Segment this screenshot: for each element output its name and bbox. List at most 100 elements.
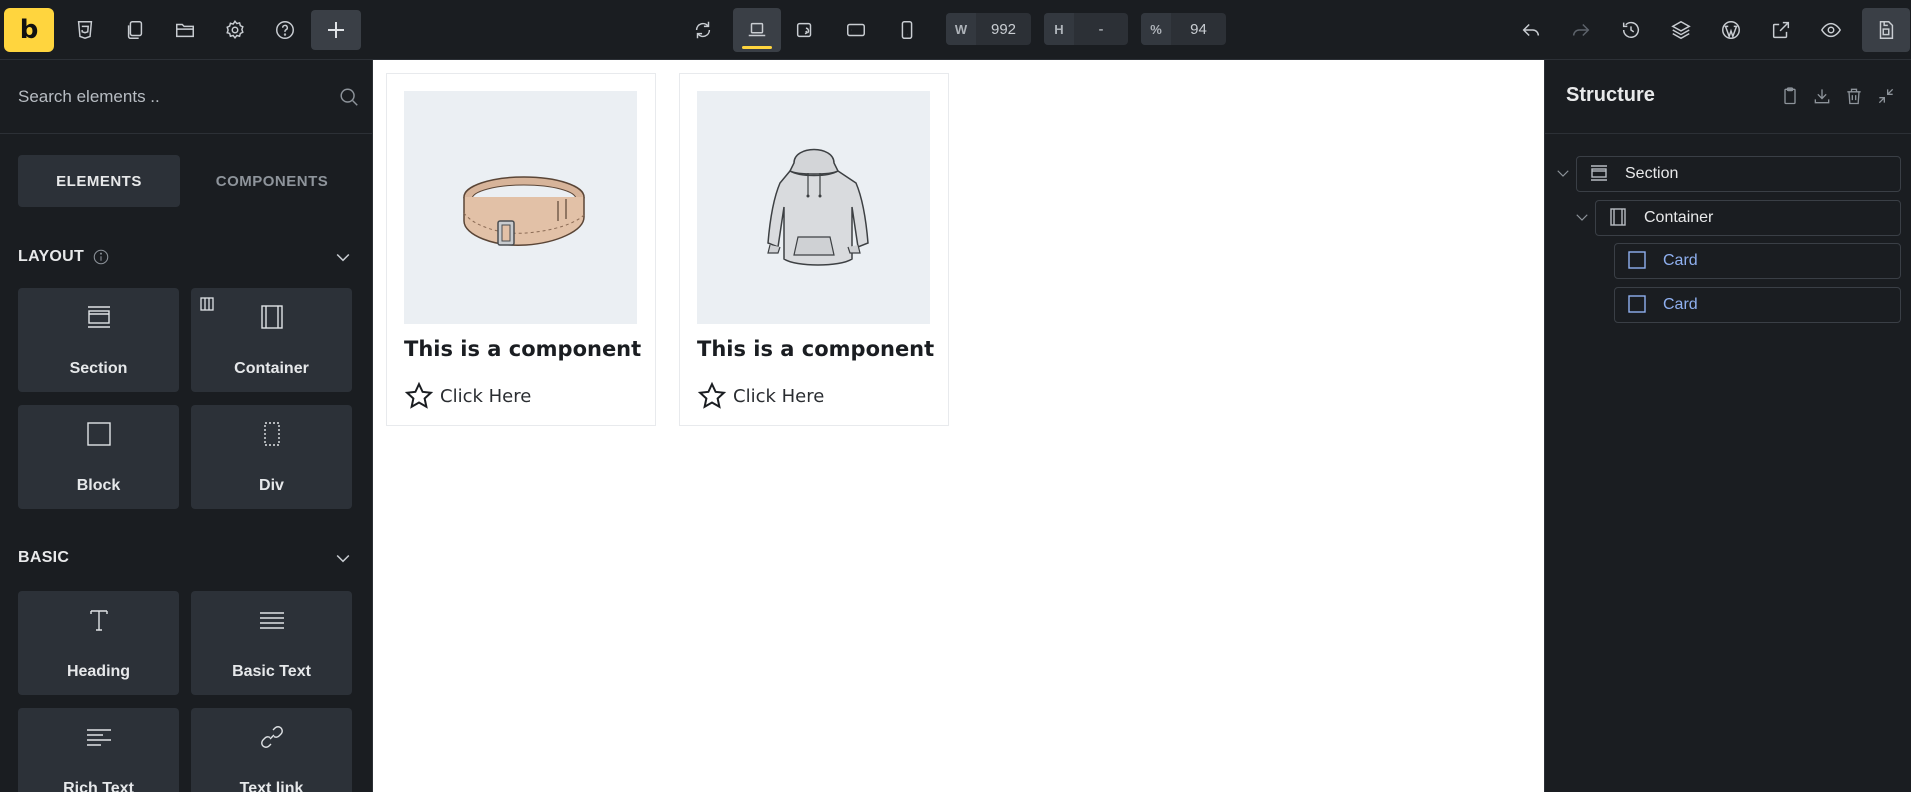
element-rich-text[interactable]: Rich Text [18,708,179,792]
container-icon [1608,207,1630,229]
wordpress-icon[interactable] [1711,10,1751,50]
block-icon [1627,294,1649,316]
builder-canvas[interactable]: This is a component Click Here This is a… [373,60,1544,792]
link-icon [191,722,352,752]
height-value[interactable]: - [1074,21,1128,38]
folder-icon[interactable] [165,10,205,50]
structure-title: Structure [1566,84,1655,106]
width-field[interactable]: W 992 [946,13,1031,45]
component-card[interactable]: This is a component Click Here [679,73,949,426]
structure-panel: Structure Section Container Card Card [1544,60,1911,792]
element-label: Heading [66,663,131,680]
rich-text-icon [18,722,179,752]
pages-icon[interactable] [115,10,155,50]
info-icon[interactable] [92,248,110,266]
element-section[interactable]: Section [18,288,179,392]
card-link-label[interactable]: Click Here [733,386,824,407]
element-heading[interactable]: Heading [18,591,179,695]
container-icon [191,302,352,332]
collapse-icon[interactable] [1870,86,1902,110]
structure-header: Structure [1545,60,1911,134]
search-input[interactable] [18,78,318,116]
group-layout-header[interactable]: LAYOUT [18,245,353,269]
card-link[interactable]: Click Here [697,381,824,411]
history-icon[interactable] [1611,10,1651,50]
search-icon[interactable] [338,86,360,108]
undo-icon[interactable] [1511,10,1551,50]
heading-icon [18,605,179,635]
search-bar [0,60,372,134]
element-block[interactable]: Block [18,405,179,509]
group-basic-title: BASIC [18,549,70,566]
chevron-down-icon[interactable] [1554,164,1572,182]
preview-eye-icon[interactable] [1811,10,1851,50]
bricks-logo[interactable]: b [4,8,54,52]
chevron-down-icon[interactable] [333,247,353,267]
panel-tabs: ELEMENTS COMPONENTS [18,155,353,207]
group-basic-header[interactable]: BASIC [18,546,353,570]
block-icon [18,419,179,449]
download-icon[interactable] [1806,86,1838,110]
element-label: Block [76,477,121,494]
element-div[interactable]: Div [191,405,352,509]
css3-icon[interactable] [65,10,105,50]
element-text-link[interactable]: Text link [191,708,352,792]
tab-elements[interactable]: ELEMENTS [18,155,180,207]
hoodie-illustration [766,148,869,266]
chevron-down-icon[interactable] [333,548,353,568]
node-label: Card [1663,252,1698,269]
element-label: Div [259,477,284,494]
element-label: Rich Text [63,780,134,792]
chevron-down-icon[interactable] [1573,208,1591,226]
redo-icon[interactable] [1561,10,1601,50]
height-field[interactable]: H - [1044,13,1128,45]
node-label: Section [1625,165,1679,182]
node-label: Card [1663,296,1698,313]
card-link-label[interactable]: Click Here [440,386,531,407]
zoom-field[interactable]: % 94 [1141,13,1226,45]
element-label: Container [234,360,309,377]
top-toolbar: b W 992 H - % 94 [0,0,1911,60]
refresh-icon[interactable] [683,10,723,50]
width-value[interactable]: 992 [976,21,1031,38]
elements-panel: ELEMENTS COMPONENTS LAYOUT Section Conta… [0,60,373,792]
external-link-icon[interactable] [1761,10,1801,50]
node-label: Container [1644,209,1714,226]
card-link[interactable]: Click Here [404,381,531,411]
clipboard-icon[interactable] [1774,86,1806,110]
section-icon [1589,163,1611,185]
belt-illustration [462,175,585,246]
tablet-landscape-icon[interactable] [785,10,825,50]
tab-components[interactable]: COMPONENTS [191,155,353,207]
help-icon[interactable] [265,10,305,50]
belt-image[interactable] [404,91,637,324]
mobile-icon[interactable] [887,10,927,50]
layers-icon[interactable] [1661,10,1701,50]
star-icon [697,381,727,409]
structure-actions [1774,86,1902,110]
laptop-breakpoint-icon[interactable] [733,8,781,52]
element-basic-text[interactable]: Basic Text [191,591,352,695]
card-title[interactable]: This is a component [697,337,934,361]
component-card[interactable]: This is a component Click Here [386,73,656,426]
block-icon [1627,250,1649,272]
basic-text-icon [191,605,352,635]
section-icon [18,302,179,332]
star-icon [404,381,434,409]
trash-icon[interactable] [1838,86,1870,110]
structure-node-card[interactable]: Card [1614,243,1901,279]
width-label: W [946,13,976,45]
structure-node-container[interactable]: Container [1595,200,1901,236]
add-element-button[interactable] [311,10,361,50]
element-container[interactable]: Container [191,288,352,392]
zoom-value[interactable]: 94 [1171,21,1226,38]
structure-node-card[interactable]: Card [1614,287,1901,323]
hoodie-image[interactable] [697,91,930,324]
div-icon [191,419,352,449]
card-title[interactable]: This is a component [404,337,641,361]
structure-node-section[interactable]: Section [1576,156,1901,192]
group-layout-title: LAYOUT [18,248,85,265]
tablet-icon[interactable] [836,10,876,50]
gear-icon[interactable] [215,10,255,50]
save-icon[interactable] [1862,8,1910,52]
